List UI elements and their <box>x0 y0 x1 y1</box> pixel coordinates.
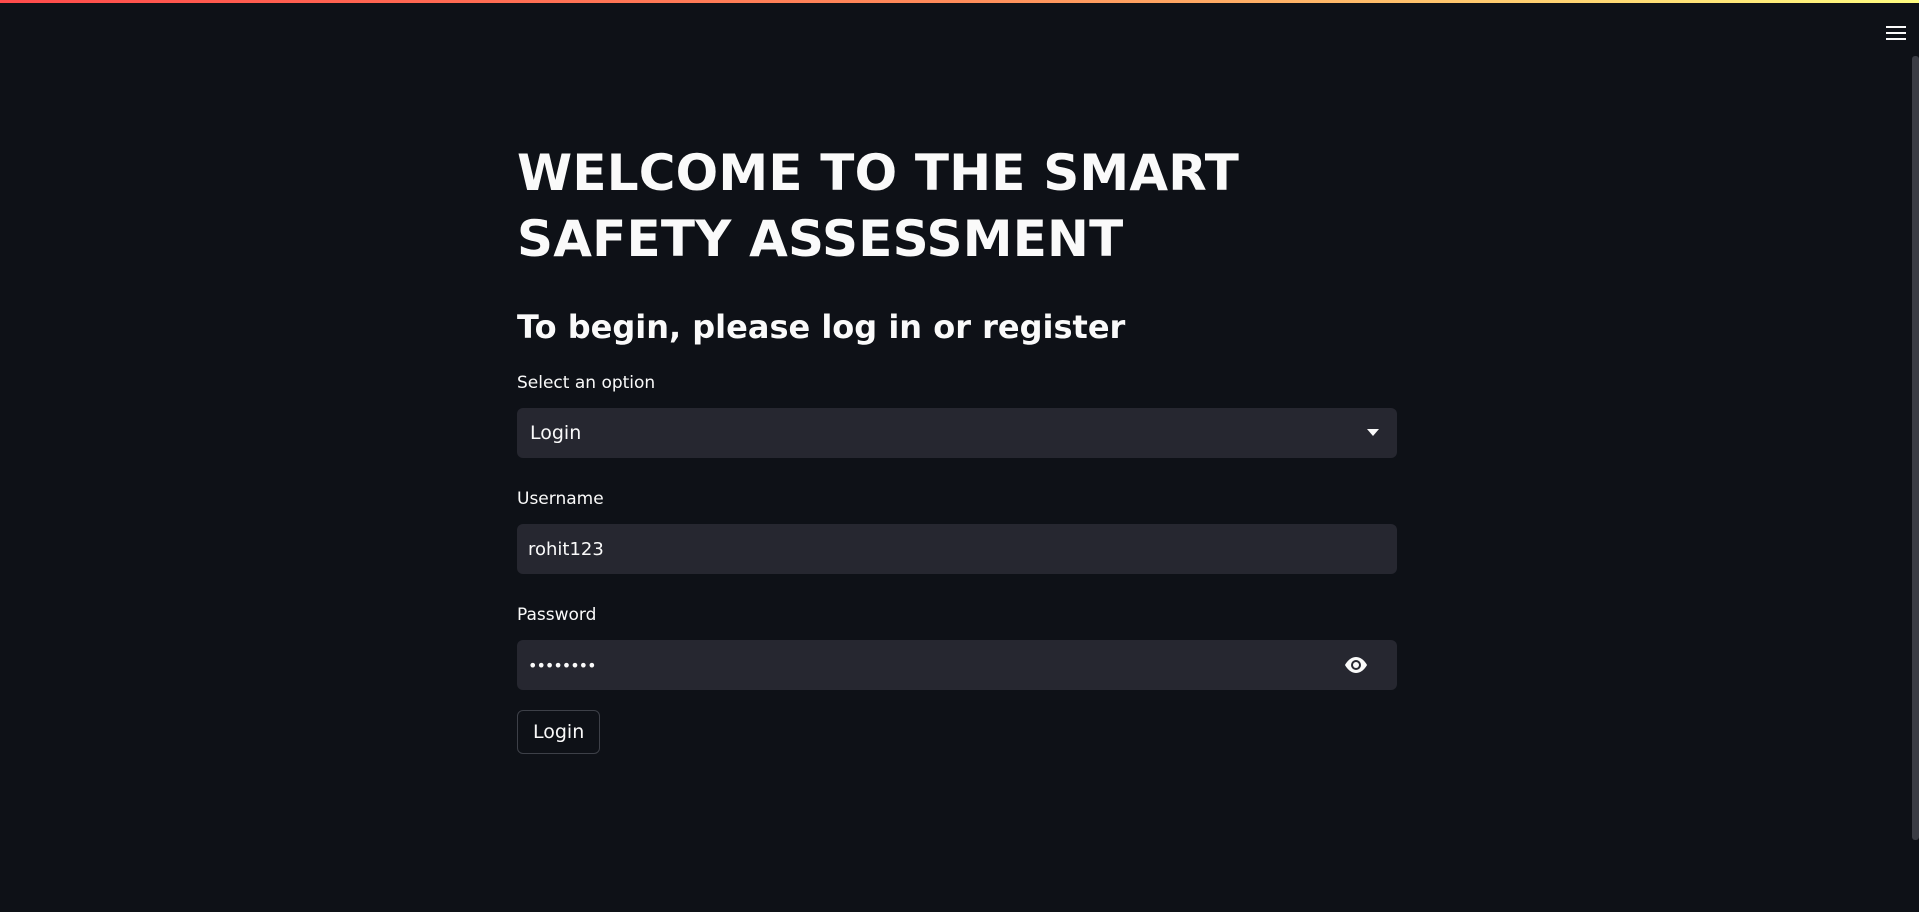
password-field-container[interactable]: •••••••• <box>517 640 1397 690</box>
password-label: Password <box>517 605 597 625</box>
username-input[interactable] <box>517 525 1328 573</box>
option-select-value: Login <box>530 422 582 444</box>
password-input[interactable]: •••••••• <box>517 656 596 675</box>
page-scrollbar[interactable] <box>1912 56 1919 840</box>
select-option-label: Select an option <box>517 373 656 393</box>
username-label: Username <box>517 489 604 509</box>
top-decoration-bar <box>0 0 1919 3</box>
caret-down-icon <box>1367 429 1379 436</box>
username-field-container <box>517 524 1397 574</box>
login-button[interactable]: Login <box>517 710 601 754</box>
page-title: WELCOME TO THE SMART SAFETY ASSESSMENT <box>517 144 1240 268</box>
hamburger-menu-icon <box>1886 26 1906 40</box>
page-subtitle: To begin, please log in or register <box>517 308 1126 346</box>
eye-icon[interactable] <box>1343 655 1369 675</box>
app-page: WELCOME TO THE SMART SAFETY ASSESSMENT T… <box>0 0 1919 912</box>
main-menu-button[interactable] <box>1879 18 1913 48</box>
main-content: WELCOME TO THE SMART SAFETY ASSESSMENT T… <box>517 140 1397 754</box>
option-select[interactable]: Login <box>517 408 1397 458</box>
